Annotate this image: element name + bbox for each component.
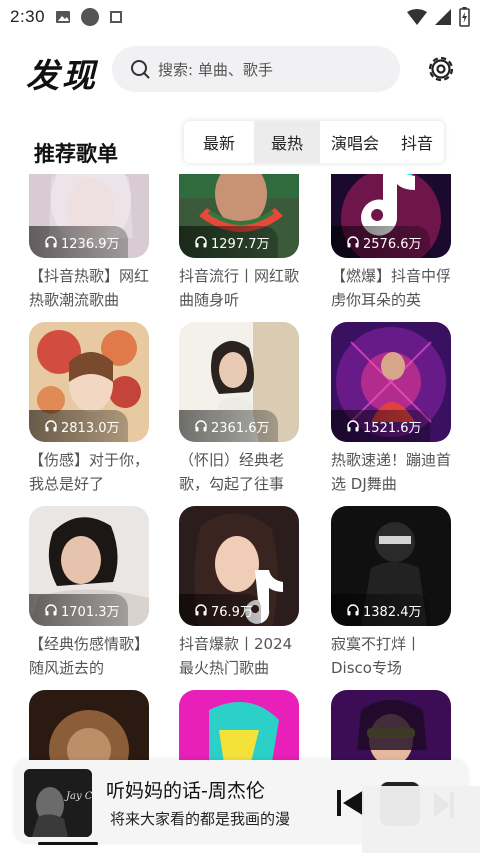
playlist-title: 【经典伤感情歌】随风逝去的: [29, 635, 150, 677]
play-count: 2361.6万: [211, 420, 270, 436]
watermark-overlay: [362, 786, 480, 853]
settings-button[interactable]: [422, 50, 460, 88]
playlist-title: 【燃爆】抖音中俘虏你耳朵的英: [331, 267, 452, 309]
player-lyric: 将来大家看的都是我画的漫: [110, 810, 291, 828]
playlist-card[interactable]: [179, 690, 299, 764]
headphones-icon: [45, 420, 57, 432]
battery-icon: [459, 7, 470, 27]
playlist-cover: 2813.0万: [29, 322, 149, 442]
page-title: 发现: [26, 56, 98, 95]
cover-text: Jay Chou: [64, 791, 92, 802]
record-dot-icon: [81, 8, 100, 26]
play-count-badge: 76.9万: [179, 594, 261, 626]
search-placeholder: 搜索: 单曲、歌手: [158, 60, 273, 79]
tab-hottest[interactable]: 最热: [254, 121, 320, 163]
wifi-icon: [407, 9, 427, 25]
play-count: 1521.6万: [363, 420, 422, 436]
playlist-title: （怀旧）经典老歌，勾起了往事: [179, 451, 285, 493]
search-icon: [131, 60, 150, 79]
headphones-icon: [195, 604, 207, 616]
playlist-title: 【伤感】对于你，我总是好了: [29, 451, 150, 493]
play-count: 1236.9万: [61, 236, 120, 252]
playlist-cover: 76.9万: [179, 506, 299, 626]
playlist-card[interactable]: 1701.3万 【经典伤感情歌】随风逝去的: [29, 506, 149, 680]
headphones-icon: [45, 236, 57, 248]
tab-douyin[interactable]: 抖音: [390, 121, 444, 163]
headphones-icon: [347, 420, 359, 432]
play-count-badge: 1236.9万: [29, 226, 128, 258]
playlist-cover: 2361.6万: [179, 322, 299, 442]
play-count: 1297.7万: [211, 236, 270, 252]
play-count: 1382.4万: [363, 604, 422, 620]
tab-concert[interactable]: 演唱会: [320, 121, 390, 163]
playlist-cover: 1382.4万: [331, 506, 451, 626]
play-count: 1701.3万: [61, 604, 120, 620]
headphones-icon: [195, 236, 207, 248]
playlist-card[interactable]: 2813.0万 【伤感】对于你，我总是好了: [29, 322, 149, 496]
play-count-badge: 2576.6万: [331, 226, 430, 258]
playlist-title: 寂寞不打烊丨Disco专场: [331, 635, 422, 677]
play-count-badge: 2813.0万: [29, 410, 128, 442]
playlist-cover: [29, 690, 149, 764]
playlist-title: 抖音流行丨网红歌曲随身听: [179, 267, 300, 309]
playlist-cover: 1521.6万: [331, 322, 451, 442]
playlist-card[interactable]: 76.9万 抖音爆款丨2024最火热门歌曲: [179, 506, 299, 680]
playlist-cover: [331, 690, 451, 764]
playlist-card[interactable]: 1382.4万 寂寞不打烊丨Disco专场: [331, 506, 451, 680]
playlist-cover: 2576.6万: [331, 174, 451, 258]
status-time: 2:30: [10, 7, 46, 26]
signal-icon: [435, 9, 451, 25]
headphones-icon: [347, 604, 359, 616]
search-input[interactable]: 搜索: 单曲、歌手: [112, 46, 400, 92]
section-title: 推荐歌单: [34, 142, 118, 166]
playlist-cover: 1701.3万: [29, 506, 149, 626]
gear-icon: [428, 56, 454, 82]
tab-newest[interactable]: 最新: [184, 121, 254, 163]
playback-progress: [38, 842, 98, 845]
playlist-cover: 1236.9万: [29, 174, 149, 258]
play-count: 2576.6万: [363, 236, 422, 252]
headphones-icon: [347, 236, 359, 248]
playlist-card[interactable]: [29, 690, 149, 764]
playlist-title: 抖音爆款丨2024最火热门歌曲: [179, 635, 293, 677]
playlist-card[interactable]: 1521.6万 热歌速递！蹦迪首选 DJ舞曲: [331, 322, 451, 496]
play-count: 2813.0万: [61, 420, 120, 436]
playlist-title: 热歌速递！蹦迪首选 DJ舞曲: [331, 451, 452, 493]
playlist-cover: [179, 690, 299, 764]
headphones-icon: [195, 420, 207, 432]
image-icon: [56, 11, 71, 23]
playlist-title: 【抖音热歌】网红热歌潮流歌曲: [29, 267, 150, 309]
play-count-badge: 1521.6万: [331, 410, 430, 442]
status-bar: 2:30: [0, 0, 480, 34]
play-count-badge: 1297.7万: [179, 226, 278, 258]
player-song-title: 听妈妈的话-周杰伦: [106, 780, 265, 802]
square-icon: [110, 11, 123, 23]
headphones-icon: [45, 604, 57, 616]
playlist-card[interactable]: 2361.6万 （怀旧）经典老歌，勾起了往事: [179, 322, 299, 496]
player-cover[interactable]: Jay Chou: [24, 769, 92, 837]
playlist-card[interactable]: 1297.7万 抖音流行丨网红歌曲随身听: [179, 174, 299, 312]
category-tabs: 最新 最热 演唱会 抖音: [184, 121, 444, 163]
playlist-cover: 1297.7万: [179, 174, 299, 258]
play-count-badge: 1382.4万: [331, 594, 430, 626]
playlist-grid: 1236.9万 【抖音热歌】网红热歌潮流歌曲 1297.7万 抖音流行丨网红歌曲…: [0, 174, 480, 764]
header: 发现 搜索: 单曲、歌手: [0, 44, 480, 98]
play-count-badge: 1701.3万: [29, 594, 128, 626]
play-count: 76.9万: [211, 604, 253, 620]
playlist-card[interactable]: 1236.9万 【抖音热歌】网红热歌潮流歌曲: [29, 174, 149, 312]
playlist-card[interactable]: 2576.6万 【燃爆】抖音中俘虏你耳朵的英: [331, 174, 451, 312]
play-count-badge: 2361.6万: [179, 410, 278, 442]
playlist-card[interactable]: [331, 690, 451, 764]
